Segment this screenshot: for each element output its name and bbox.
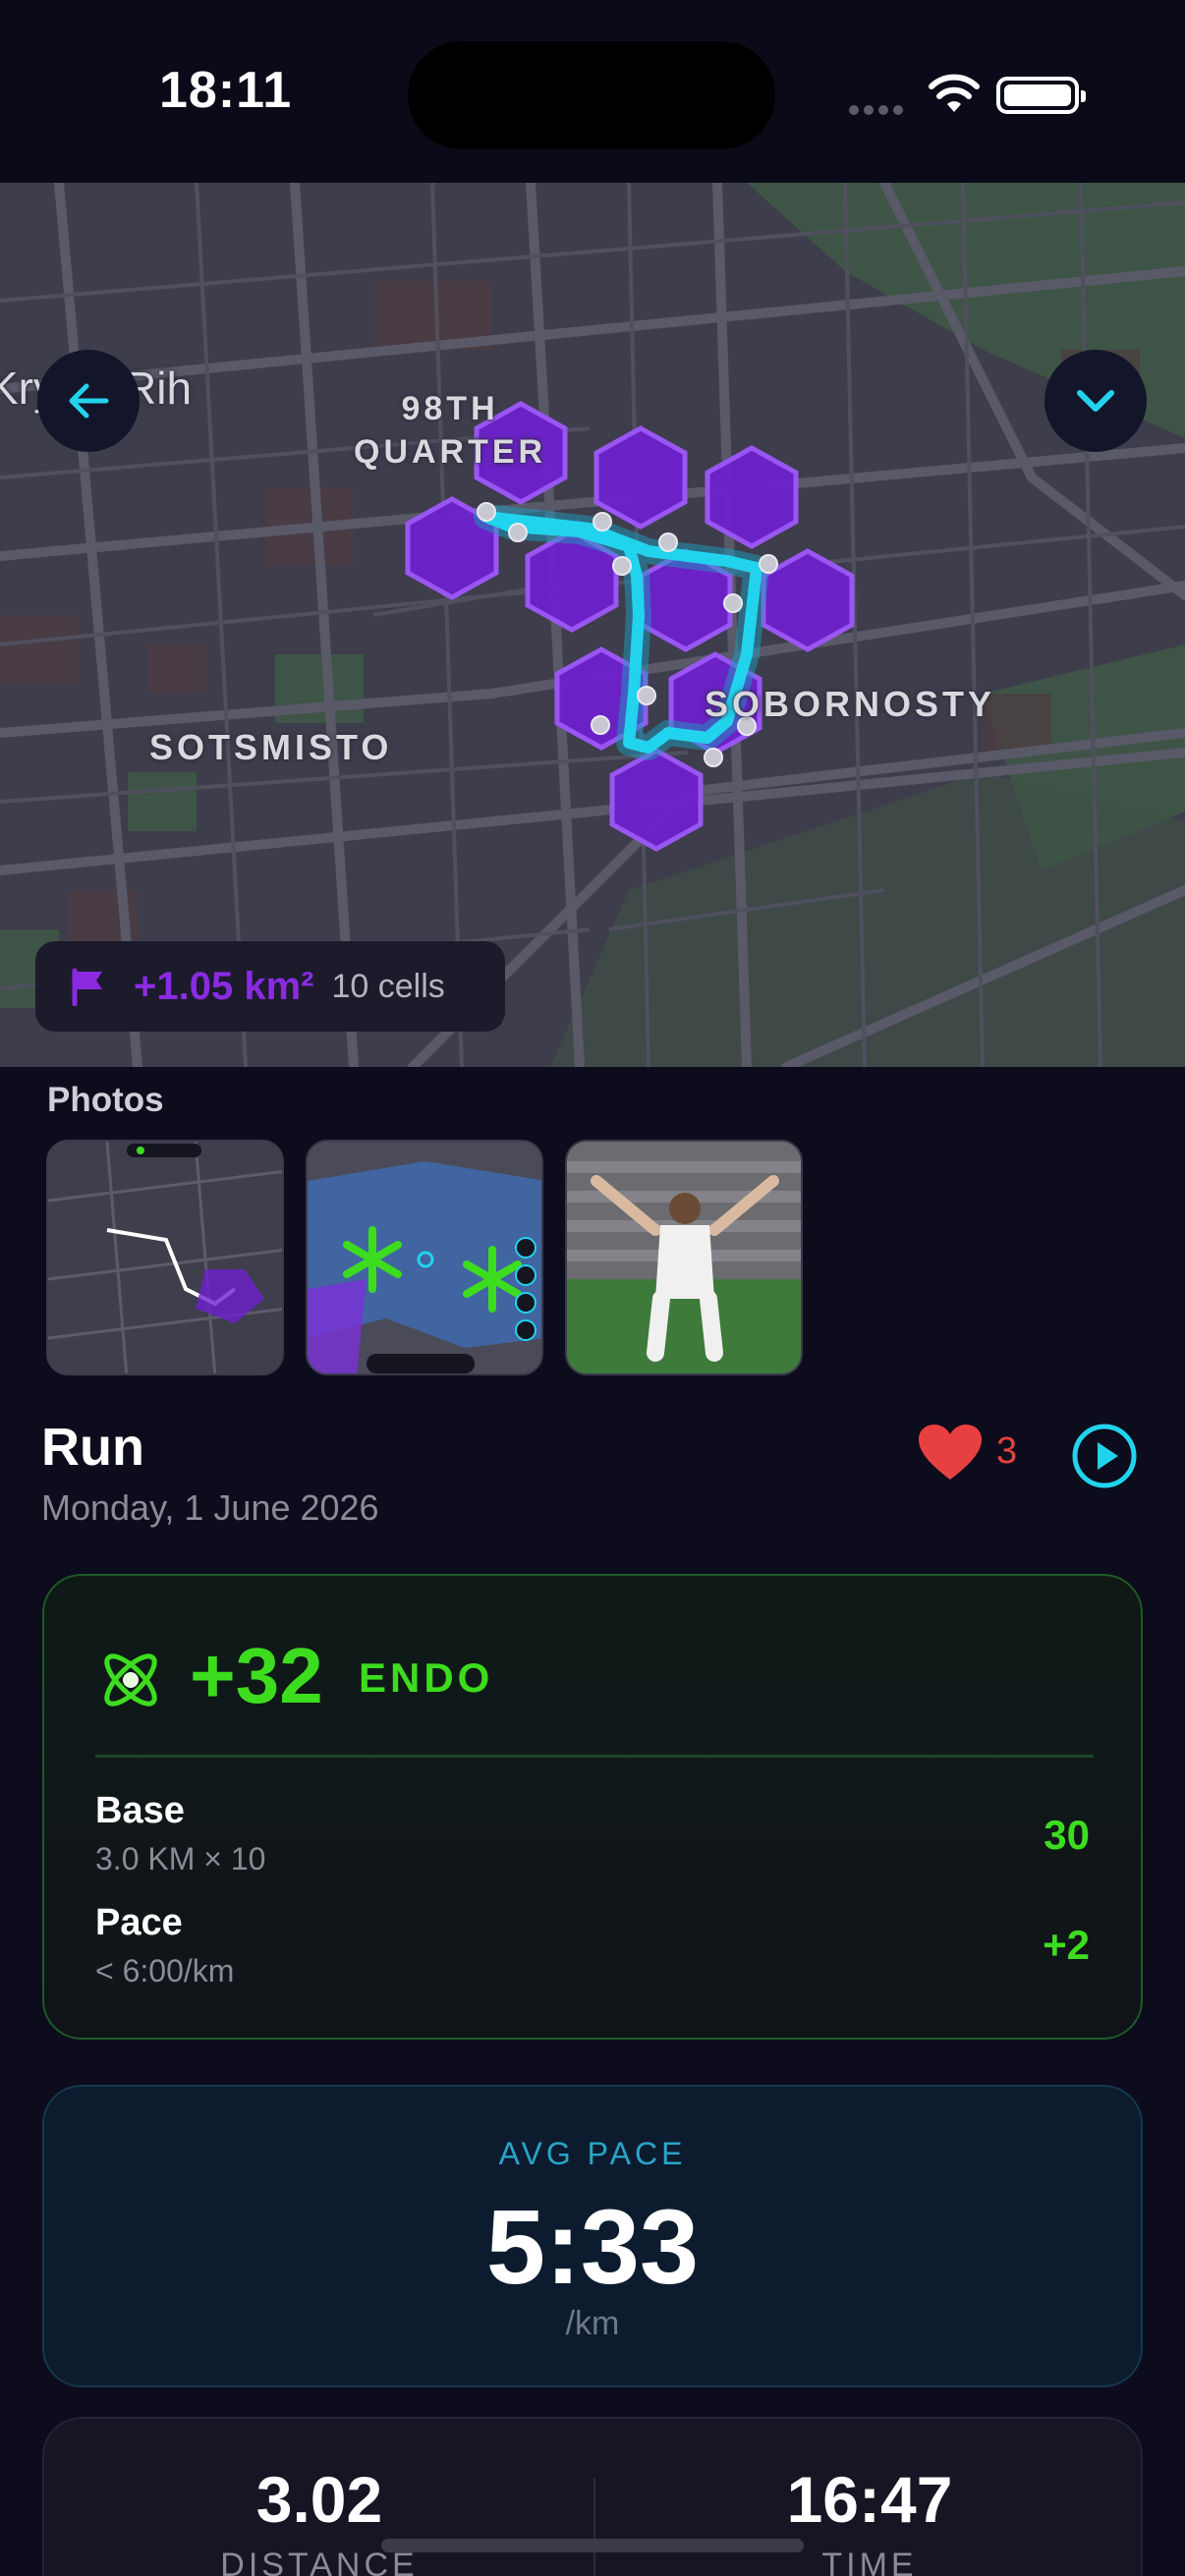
map-canvas[interactable]: [0, 183, 1185, 1067]
football-player-photo: [567, 1142, 801, 1373]
photo-thumbnail[interactable]: [565, 1140, 803, 1375]
like-count: 3: [996, 1430, 1018, 1472]
play-replay-icon[interactable]: [1071, 1423, 1138, 1489]
pace-bonus-value: +2: [1043, 1922, 1090, 1968]
base-label: Base: [95, 1790, 185, 1831]
status-bar: 18:11: [0, 0, 1185, 183]
map-snowflake-photo: [308, 1142, 541, 1373]
map-label-quarter: 98TH QUARTER: [354, 387, 546, 474]
status-time: 18:11: [159, 62, 293, 119]
wifi-icon: [929, 74, 980, 112]
map-label-quarter-line2: QUARTER: [354, 433, 547, 471]
map-label-district-east: SOBORNOSTY: [705, 684, 996, 724]
divider: [95, 1755, 1094, 1758]
time-value: 16:47: [786, 2463, 953, 2536]
avg-pace-label: AVG PACE: [498, 2136, 687, 2171]
territory-badge: +1.05 km² 10 cells: [35, 941, 505, 1032]
base-detail: 3.0 KM × 10: [95, 1841, 266, 1876]
endo-value: +32: [190, 1632, 323, 1719]
route-map[interactable]: Kryvyi Rih 98TH QUARTER SOTSMISTO SOBORN…: [0, 183, 1185, 1067]
avg-pace-unit: /km: [565, 2305, 620, 2342]
avg-pace-value: 5:33: [485, 2187, 700, 2306]
chevron-down-icon: [1077, 390, 1114, 412]
base-value: 30: [1044, 1812, 1090, 1858]
pace-bonus-detail: < 6:00/km: [95, 1953, 235, 1988]
back-button[interactable]: [37, 350, 140, 452]
app-screen: 18:11 Rih 98TH QUARTER SOTSMISTO SOBORNO…: [0, 0, 1185, 2576]
endo-atom-icon: [104, 1653, 157, 1707]
pace-bonus-label: Pace: [95, 1902, 183, 1943]
endo-reward-card: +32 ENDO Base 3.0 KM × 10 30 Pace < 6:00…: [42, 1574, 1143, 2040]
territory-area: +1.05 km²: [134, 964, 314, 1008]
heart-icon[interactable]: [917, 1423, 984, 1484]
endo-unit: ENDO: [359, 1654, 494, 1701]
battery-icon: [996, 77, 1086, 114]
home-indicator[interactable]: [381, 2539, 804, 2552]
activity-type: Run: [41, 1418, 144, 1477]
map-screenshot-photo: [48, 1142, 282, 1373]
territory-cells: 10 cells: [331, 967, 445, 1005]
photos-title: Photos: [47, 1081, 164, 1119]
collapse-map-button[interactable]: [1044, 350, 1147, 452]
flag-icon: [72, 968, 102, 1006]
map-label-quarter-line1: 98TH: [401, 390, 499, 427]
photo-thumbnail[interactable]: [46, 1140, 284, 1375]
photo-thumbnail[interactable]: [306, 1140, 543, 1375]
avg-pace-card: AVG PACE 5:33 /km: [42, 2085, 1143, 2387]
activity-date: Monday, 1 June 2026: [41, 1487, 379, 1528]
distance-value: 3.02: [255, 2463, 383, 2536]
dynamic-island: [408, 41, 775, 149]
cellular-signal-icon: [849, 102, 908, 120]
arrow-left-icon: [69, 383, 109, 419]
map-label-district-west: SOTSMISTO: [149, 727, 393, 767]
